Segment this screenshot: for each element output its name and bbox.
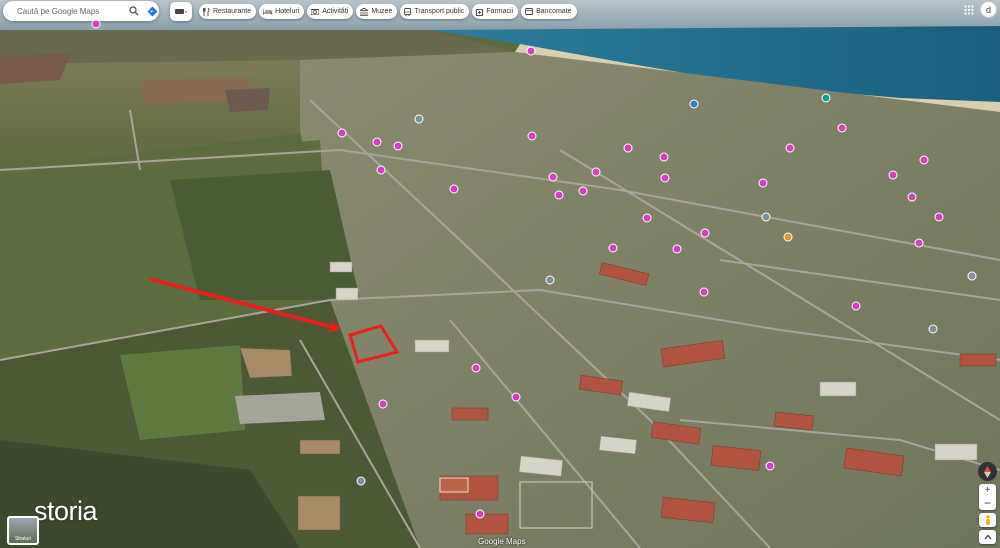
place-marker[interactable]	[907, 192, 917, 202]
bus-icon	[404, 7, 412, 16]
place-marker[interactable]	[548, 172, 558, 182]
place-marker[interactable]	[785, 143, 795, 153]
tilt-button[interactable]	[979, 530, 996, 544]
search-icon[interactable]	[127, 4, 141, 18]
poi-marker[interactable]	[545, 275, 555, 285]
menu-icon	[175, 8, 187, 14]
poi-marker[interactable]	[928, 324, 938, 334]
satellite-map[interactable]	[0, 0, 1000, 548]
pegman-button[interactable]	[979, 513, 996, 527]
place-marker[interactable]	[449, 184, 459, 194]
search-box[interactable]	[3, 1, 159, 21]
place-marker[interactable]	[91, 19, 101, 29]
place-marker[interactable]	[527, 131, 537, 141]
place-marker[interactable]	[376, 165, 386, 175]
compass-button[interactable]	[978, 462, 997, 481]
place-marker[interactable]	[914, 238, 924, 248]
pegman-icon	[985, 515, 990, 525]
chip-label: Bancomate	[536, 8, 572, 15]
chip-label: Muzee	[371, 8, 393, 15]
google-maps-attribution: Google Maps	[478, 537, 526, 546]
place-marker[interactable]	[578, 186, 588, 196]
place-marker[interactable]	[393, 141, 403, 151]
poi-marker[interactable]	[761, 212, 771, 222]
place-marker[interactable]	[659, 152, 669, 162]
chip-muzee[interactable]: Muzee	[356, 4, 398, 19]
place-marker[interactable]	[642, 213, 652, 223]
directions-icon[interactable]	[145, 4, 159, 18]
place-marker[interactable]	[851, 301, 861, 311]
camera-icon	[311, 9, 320, 15]
category-chips: Restaurante Hoteluri Activități Muzee Tr…	[199, 4, 577, 19]
chip-hoteluri[interactable]: Hoteluri	[259, 4, 305, 19]
atm-icon	[525, 8, 534, 15]
storia-watermark: storia	[34, 496, 98, 526]
top-bar: Restaurante Hoteluri Activități Muzee Tr…	[0, 0, 1000, 24]
zoom-controls: + −	[979, 484, 996, 510]
food-marker[interactable]	[783, 232, 793, 242]
poi-marker[interactable]	[967, 271, 977, 281]
pharmacy-icon	[476, 8, 484, 16]
place-marker[interactable]	[526, 46, 536, 56]
place-marker[interactable]	[700, 228, 710, 238]
search-input[interactable]	[15, 5, 123, 17]
place-marker[interactable]	[591, 167, 601, 177]
chip-activitati[interactable]: Activități	[307, 4, 354, 19]
place-marker[interactable]	[475, 509, 485, 519]
layers-label: Straturi	[14, 536, 32, 542]
menu-button[interactable]	[170, 2, 192, 21]
poi-marker[interactable]	[356, 476, 366, 486]
place-marker[interactable]	[608, 243, 618, 253]
apps-grid-icon[interactable]	[962, 3, 976, 17]
chip-bancomate[interactable]: Bancomate	[521, 4, 577, 19]
place-marker[interactable]	[511, 392, 521, 402]
compass-icon	[984, 465, 991, 478]
poi-marker[interactable]	[414, 114, 424, 124]
chip-transport-public[interactable]: Transport public	[400, 4, 470, 19]
chip-label: Hoteluri	[275, 8, 300, 15]
place-marker[interactable]	[699, 287, 709, 297]
place-marker[interactable]	[934, 212, 944, 222]
chip-farmacii[interactable]: Farmacii	[472, 4, 519, 19]
zoom-out-button[interactable]: −	[984, 497, 991, 509]
chevron-up-icon	[984, 534, 991, 540]
place-marker[interactable]	[554, 190, 564, 200]
place-marker[interactable]	[378, 399, 388, 409]
fork-knife-icon	[203, 7, 210, 16]
hotel-marker[interactable]	[689, 99, 699, 109]
place-marker[interactable]	[372, 137, 382, 147]
place-marker[interactable]	[837, 123, 847, 133]
park-marker[interactable]	[821, 93, 831, 103]
bed-icon	[263, 9, 273, 15]
place-marker[interactable]	[471, 363, 481, 373]
account-avatar[interactable]: d	[981, 2, 996, 17]
place-marker[interactable]	[919, 155, 929, 165]
place-marker[interactable]	[660, 173, 670, 183]
chip-label: Activități	[322, 8, 349, 15]
chip-label: Restaurante	[213, 8, 252, 15]
place-marker[interactable]	[758, 178, 768, 188]
chip-label: Farmacii	[486, 8, 514, 15]
place-marker[interactable]	[765, 461, 775, 471]
place-marker[interactable]	[672, 244, 682, 254]
chip-restaurante[interactable]: Restaurante	[199, 4, 257, 19]
layers-button[interactable]: Straturi	[7, 516, 39, 545]
place-marker[interactable]	[888, 170, 898, 180]
place-marker[interactable]	[623, 143, 633, 153]
place-marker[interactable]	[337, 128, 347, 138]
museum-icon	[360, 7, 369, 16]
chip-label: Transport public	[414, 8, 465, 15]
